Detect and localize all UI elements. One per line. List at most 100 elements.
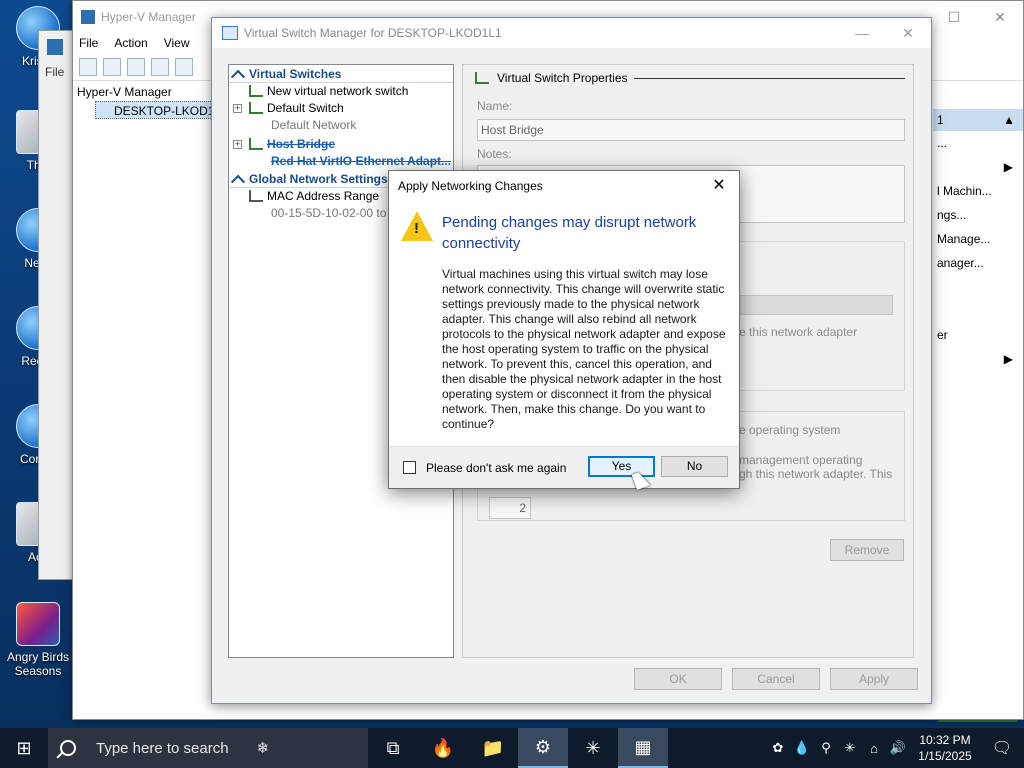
new-virtual-switch-item[interactable]: New virtual network switch: [229, 83, 453, 100]
mac-range-icon: [249, 190, 263, 202]
allow-os-share-label: e this network adapter: [739, 325, 858, 339]
switch-icon: [475, 72, 489, 84]
add-switch-icon: [249, 85, 263, 97]
action-item[interactable]: Manage...: [933, 227, 1023, 251]
taskbar: ⊞ Type here to search ❄ ⧉ 🔥 📁 ⚙ ✳ ▦ ✿ 💧 ⚲…: [0, 728, 1024, 768]
firefox-taskbar-icon[interactable]: 🔥: [418, 728, 468, 768]
tray-search-icon[interactable]: ⚲: [814, 740, 838, 756]
vlan-id-field[interactable]: 2: [489, 497, 531, 519]
submenu-arrow-icon: ▶: [1003, 352, 1013, 366]
cancel-button[interactable]: Cancel: [732, 668, 820, 690]
clock-time: 10:32 PM: [919, 733, 971, 747]
vsm-titlebar[interactable]: Virtual Switch Manager for DESKTOP-LKOD1…: [212, 18, 931, 48]
back-arrow-icon[interactable]: [79, 57, 97, 76]
action-item[interactable]: ...: [933, 131, 1023, 155]
management-os-text: management operating: [739, 453, 863, 467]
tray-drop-icon[interactable]: 💧: [790, 740, 814, 756]
host-bridge-item[interactable]: + Host Bridge: [229, 136, 453, 153]
host-bridge-adapter-item[interactable]: Red Hat VirtIO Ethernet Adapt...: [229, 153, 453, 170]
system-tray: ✿ 💧 ⚲ ✳ ⌂ 🔊 10:32 PM 1/15/2025 🗨: [766, 728, 1024, 768]
notes-label: Notes:: [477, 147, 512, 161]
apply-button[interactable]: Apply: [830, 668, 918, 690]
submenu-arrow-icon: ▶: [1003, 160, 1013, 174]
hyperv-app-icon: [81, 10, 95, 24]
action-item[interactable]: anager...: [933, 251, 1023, 275]
dialog-footer: Please don't ask me again Yes No: [389, 446, 739, 488]
help-icon[interactable]: [175, 57, 193, 76]
clock[interactable]: 10:32 PM 1/15/2025: [910, 732, 980, 764]
action-item[interactable]: [933, 299, 1023, 323]
action-item[interactable]: ▶: [933, 347, 1023, 371]
dont-ask-checkbox[interactable]: [403, 461, 416, 474]
dialog-title: Apply Networking Changes: [398, 179, 543, 193]
back-window-file-menu[interactable]: File: [45, 65, 64, 79]
dont-ask-label[interactable]: Please don't ask me again: [426, 461, 566, 475]
apply-networking-changes-dialog: Apply Networking Changes ✕ ! Pending chan…: [388, 170, 740, 489]
action-item[interactable]: l Machin...: [933, 179, 1023, 203]
management-os-text-2: gh this network adapter. This: [739, 467, 893, 481]
expand-icon[interactable]: +: [233, 140, 242, 149]
virtual-switches-section[interactable]: Virtual Switches: [229, 65, 453, 83]
actions-header[interactable]: 1 ▲: [933, 109, 1023, 131]
vsm-minimize-button[interactable]: —: [839, 18, 885, 48]
default-switch-item[interactable]: + Default Switch: [229, 100, 453, 117]
volume-icon[interactable]: 🔊: [886, 740, 910, 756]
hyperv-taskbar-icon[interactable]: ⚙: [518, 728, 568, 768]
tray-snow-icon[interactable]: ✳: [838, 740, 862, 756]
dialog-close-button[interactable]: ✕: [705, 171, 733, 201]
warning-icon: !: [401, 211, 433, 241]
network-tray-icon[interactable]: ⌂: [862, 741, 886, 756]
ok-button[interactable]: OK: [634, 668, 722, 690]
tray-app-icon[interactable]: ✿: [766, 740, 790, 756]
no-button[interactable]: No: [661, 456, 728, 477]
dialog-heading: Pending changes may disrupt network conn…: [442, 214, 697, 252]
angry-birds-icon[interactable]: Angry Birds Seasons: [2, 602, 74, 678]
file-explorer-taskbar-icon[interactable]: 📁: [468, 728, 518, 768]
dialog-titlebar[interactable]: Apply Networking Changes ✕: [389, 171, 739, 201]
action-item[interactable]: ngs...: [933, 203, 1023, 227]
action-item[interactable]: [933, 275, 1023, 299]
show-hide-tree-icon[interactable]: [151, 57, 169, 76]
properties-header: Virtual Switch Properties: [475, 71, 905, 85]
adapter-dropdown[interactable]: [733, 295, 893, 315]
name-label: Name:: [477, 99, 513, 113]
action-item[interactable]: er: [933, 323, 1023, 347]
collapse-arrow-icon[interactable]: ▲: [1003, 109, 1015, 131]
hyperv-title: Hyper-V Manager: [101, 10, 196, 24]
switch-icon: [249, 102, 263, 114]
search-placeholder: Type here to search: [96, 739, 229, 757]
switch-manager-icon: [222, 26, 238, 40]
maximize-button[interactable]: ☐: [931, 1, 977, 33]
switch-icon: [249, 138, 263, 150]
start-button[interactable]: ⊞: [0, 728, 48, 768]
app-icon: [47, 39, 63, 55]
menu-view[interactable]: View: [164, 36, 190, 50]
tree-host[interactable]: DESKTOP-LKOD1L: [95, 101, 221, 119]
hyperv-tree: Hyper-V Manager DESKTOP-LKOD1L: [77, 83, 221, 119]
forward-arrow-icon[interactable]: [103, 57, 121, 76]
snowflake-icon: ❄: [256, 740, 270, 757]
tree-root[interactable]: Hyper-V Manager: [77, 83, 217, 101]
os-label: e operating system: [739, 423, 841, 437]
name-field[interactable]: Host Bridge: [477, 119, 905, 141]
snowflake-app-taskbar-icon[interactable]: ✳: [568, 728, 618, 768]
windows-logo-icon: ⊞: [16, 737, 32, 758]
vsm-title: Virtual Switch Manager for DESKTOP-LKOD1…: [244, 26, 502, 40]
vsm-close-button[interactable]: ✕: [885, 18, 931, 48]
search-icon: [60, 740, 76, 756]
dialog-message: Virtual machines using this virtual swit…: [442, 267, 726, 431]
task-view-button[interactable]: ⧉: [368, 728, 418, 768]
close-button[interactable]: ✕: [977, 1, 1023, 33]
expand-icon[interactable]: +: [233, 104, 242, 113]
actions-pane: 1 ▲ ... ▶ l Machin... ngs... Manage... an…: [933, 109, 1023, 371]
default-network-item[interactable]: Default Network: [229, 117, 453, 134]
remove-button[interactable]: Remove: [830, 539, 904, 561]
virtual-switch-taskbar-icon[interactable]: ▦: [618, 728, 668, 768]
folder-up-icon[interactable]: [127, 57, 145, 76]
menu-file[interactable]: File: [79, 36, 98, 50]
notifications-icon[interactable]: 🗨: [980, 738, 1024, 758]
action-item[interactable]: ▶: [933, 155, 1023, 179]
taskbar-search[interactable]: Type here to search ❄: [48, 728, 368, 768]
menu-action[interactable]: Action: [114, 36, 147, 50]
clock-date: 1/15/2025: [918, 749, 972, 763]
